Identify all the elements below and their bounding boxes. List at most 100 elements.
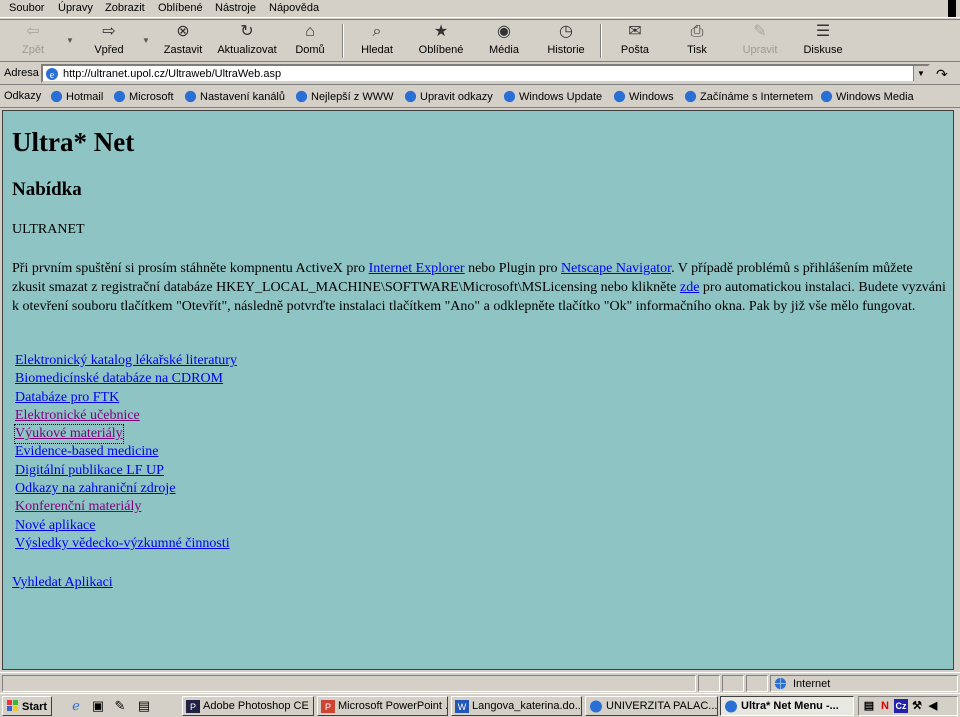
- discuss-button[interactable]: ☰ Diskuse: [800, 22, 846, 60]
- tray-tool-icon[interactable]: ⚒: [910, 699, 924, 713]
- link-channels[interactable]: Nastavení kanálů: [184, 90, 285, 103]
- link-new-applications[interactable]: Nové aplikace: [15, 517, 237, 535]
- powerpoint-icon: P: [321, 700, 335, 713]
- favorites-icon: ★: [433, 23, 449, 40]
- svg-text:W: W: [458, 702, 467, 712]
- media-icon: ◉: [497, 23, 511, 40]
- window-edge: [954, 110, 960, 670]
- task-photoshop[interactable]: P Adobe Photoshop CE: [182, 696, 314, 716]
- link-research-results[interactable]: Výsledky vědecko-výzkumné činnosti: [15, 535, 237, 553]
- go-icon[interactable]: ↷: [936, 66, 948, 83]
- editor-quicklaunch-icon[interactable]: ✎: [112, 698, 128, 714]
- window-quicklaunch-icon[interactable]: ▤: [136, 698, 152, 714]
- menu-tools[interactable]: Nástroje: [215, 2, 256, 14]
- internet-explorer-link[interactable]: Internet Explorer: [369, 261, 465, 276]
- start-button[interactable]: Start: [2, 696, 52, 716]
- netscape-navigator-link[interactable]: Netscape Navigator: [561, 261, 671, 276]
- desktop-quicklaunch-icon[interactable]: ▣: [90, 698, 106, 714]
- refresh-icon: ↻: [240, 23, 254, 40]
- search-application-link[interactable]: Vyhledat Aplikaci: [12, 575, 113, 591]
- mail-button[interactable]: ✉ Pošta: [614, 22, 656, 60]
- ie-page-icon: [590, 700, 602, 713]
- menu-favorites[interactable]: Oblíbené: [158, 2, 203, 14]
- link-microsoft[interactable]: Microsoft: [113, 90, 174, 103]
- task-univerzita[interactable]: UNIVERZITA PALAC...: [585, 696, 718, 716]
- forward-button[interactable]: ⇨ Vpřed: [84, 22, 134, 60]
- ie-page-icon: [820, 90, 833, 103]
- stop-icon: ⊗: [176, 23, 190, 40]
- edit-icon: ✎: [753, 23, 767, 40]
- status-panel: [722, 675, 744, 692]
- stop-button[interactable]: ⊗ Zastavit: [160, 22, 206, 60]
- link-ftk-databases[interactable]: Databáze pro FTK: [15, 389, 237, 407]
- tray-app-icon[interactable]: ▤: [862, 699, 876, 713]
- print-button[interactable]: ⎙ Tisk: [682, 22, 712, 60]
- link-digital-publications[interactable]: Digitální publikace LF UP: [15, 462, 237, 480]
- status-text-panel: [2, 675, 696, 692]
- globe-icon: [774, 677, 787, 690]
- ie-page-icon: [404, 90, 417, 103]
- search-button[interactable]: ⌕ Hledat: [356, 22, 398, 60]
- link-teaching-materials[interactable]: Výukové materiály: [14, 424, 124, 445]
- discuss-icon: ☰: [815, 23, 831, 40]
- status-panel: [698, 675, 720, 692]
- ie-page-icon: [684, 90, 697, 103]
- menu-file[interactable]: Soubor: [9, 2, 44, 14]
- home-button[interactable]: ⌂ Domů: [290, 22, 330, 60]
- favorites-button[interactable]: ★ Oblíbené: [416, 22, 466, 60]
- link-windows-update[interactable]: Windows Update: [503, 90, 602, 103]
- ie-page-icon: [50, 90, 63, 103]
- link-e-textbooks[interactable]: Elektronické učebnice: [15, 407, 237, 425]
- tray-n-icon[interactable]: N: [878, 699, 892, 713]
- link-windows[interactable]: Windows: [613, 90, 674, 103]
- task-powerpoint[interactable]: P Microsoft PowerPoint ...: [317, 696, 448, 716]
- task-ultranet-menu[interactable]: Ultra* Net Menu -...: [720, 696, 854, 716]
- link-windows-media[interactable]: Windows Media: [820, 90, 914, 103]
- back-dropdown-icon[interactable]: ▼: [66, 36, 74, 45]
- menu-view[interactable]: Zobrazit: [105, 2, 145, 14]
- toolbar: ⇦ Zpět ▼ ⇨ Vpřed ▼ ⊗ Zastavit ↻ Aktualiz…: [0, 19, 960, 62]
- link-hotmail[interactable]: Hotmail: [50, 90, 103, 103]
- media-button[interactable]: ◉ Média: [484, 22, 524, 60]
- link-evidence-based-medicine[interactable]: Evidence-based medicine: [15, 443, 237, 461]
- link-customize-links[interactable]: Upravit odkazy: [404, 90, 493, 103]
- ie-page-icon: [503, 90, 516, 103]
- forward-dropdown-icon[interactable]: ▼: [142, 36, 150, 45]
- back-button[interactable]: ⇦ Zpět: [12, 22, 54, 60]
- status-bar: Internet: [0, 672, 960, 692]
- link-biomedical-cdrom[interactable]: Biomedicínské databáze na CDROM: [15, 370, 237, 388]
- edit-button[interactable]: ✎ Upravit: [738, 22, 782, 60]
- menu-help[interactable]: Nápověda: [269, 2, 319, 14]
- address-dropdown-icon[interactable]: ▼: [913, 66, 928, 81]
- volume-icon[interactable]: ◀: [926, 699, 940, 713]
- task-word-document[interactable]: W Langova_katerina.do...: [451, 696, 582, 716]
- address-input[interactable]: e http://ultranet.upol.cz/Ultraweb/Ultra…: [41, 64, 930, 83]
- keyboard-language-icon[interactable]: Cz: [894, 699, 908, 713]
- history-icon: ◷: [559, 23, 573, 40]
- address-bar: Adresa e http://ultranet.upol.cz/Ultrawe…: [0, 63, 960, 85]
- refresh-button[interactable]: ↻ Aktualizovat: [214, 22, 280, 60]
- ie-quicklaunch-icon[interactable]: ℯ: [68, 698, 84, 714]
- link-getting-started[interactable]: Začínáme s Internetem: [684, 90, 813, 103]
- ie-page-icon: [184, 90, 197, 103]
- link-conference-materials[interactable]: Konferenční materiály: [15, 498, 237, 516]
- arrow-right-icon: ⇨: [102, 23, 116, 40]
- printer-icon: ⎙: [690, 23, 704, 40]
- menu-link-list: Elektronický katalog lékařské literatury…: [14, 352, 237, 553]
- toolbar-separator: [342, 24, 344, 58]
- taskbar: Start ℯ ▣ ✎ ▤ P Adobe Photoshop CE P Mic…: [0, 693, 960, 717]
- status-panel: [746, 675, 768, 692]
- address-url: http://ultranet.upol.cz/Ultraweb/UltraWe…: [63, 68, 282, 80]
- link-best-of-web[interactable]: Nejlepší z WWW: [295, 90, 394, 103]
- auto-install-link[interactable]: zde: [680, 280, 699, 295]
- security-zone-panel: Internet: [770, 675, 958, 692]
- link-foreign-sources[interactable]: Odkazy na zahraniční zdroje: [15, 480, 237, 498]
- ie-page-icon: e: [46, 68, 58, 81]
- word-icon: W: [455, 700, 469, 713]
- svg-text:P: P: [190, 702, 196, 712]
- link-medical-catalog[interactable]: Elektronický katalog lékařské literatury: [15, 352, 237, 370]
- ie-page-icon: [725, 700, 737, 713]
- address-label: Adresa: [4, 67, 39, 79]
- menu-edit[interactable]: Úpravy: [58, 2, 93, 14]
- history-button[interactable]: ◷ Historie: [544, 22, 588, 60]
